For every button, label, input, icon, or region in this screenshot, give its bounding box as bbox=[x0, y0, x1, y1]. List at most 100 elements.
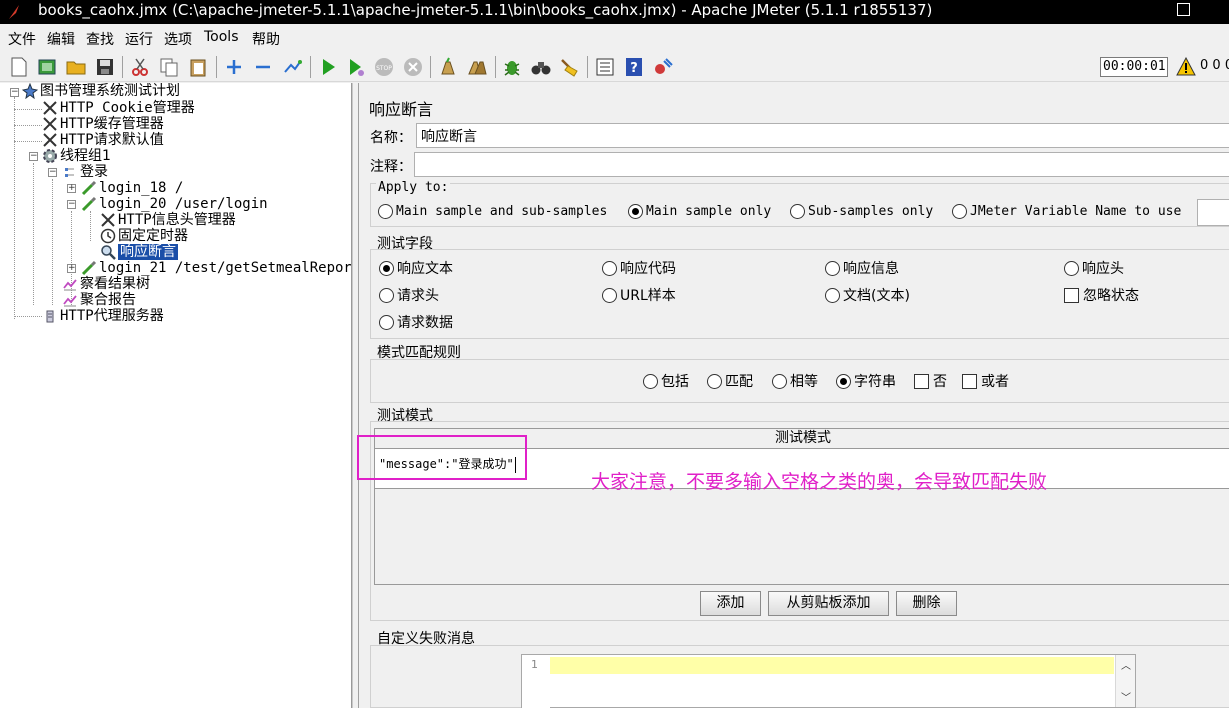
field-request-headers-radio[interactable]: 请求头 bbox=[379, 285, 439, 305]
apply-to-label: Apply to: bbox=[376, 180, 451, 195]
collapse-toggle[interactable]: − bbox=[10, 88, 19, 97]
tree-node-aggregate-report[interactable]: 聚合报告 bbox=[62, 292, 136, 308]
apply-sub-only-radio[interactable]: Sub-samples only bbox=[790, 204, 933, 219]
tree-node-response-assertion[interactable]: 响应断言 bbox=[100, 244, 178, 260]
collapse-toggle[interactable]: − bbox=[67, 200, 76, 209]
tree-node-label: 察看结果树 bbox=[80, 276, 150, 292]
debug-bug-icon[interactable] bbox=[501, 56, 523, 78]
tree-node-proxy-server[interactable]: HTTP代理服务器 bbox=[42, 308, 164, 324]
tree-node-login-21[interactable]: login_21 /test/getSetmealReport bbox=[81, 260, 351, 276]
scroll-up-icon[interactable]: ︿ bbox=[1121, 657, 1131, 672]
tree-node-cache-manager[interactable]: HTTP缓存管理器 bbox=[42, 116, 164, 132]
cut-icon[interactable] bbox=[129, 56, 151, 78]
delete-button[interactable]: 删除 bbox=[896, 591, 957, 616]
collapse-toggle[interactable]: − bbox=[29, 152, 38, 161]
clear-all-icon[interactable] bbox=[466, 56, 488, 78]
warning-icon[interactable] bbox=[1176, 57, 1196, 76]
tree-node-test-plan[interactable]: 图书管理系统测试计划 bbox=[22, 83, 180, 99]
paste-icon[interactable] bbox=[187, 56, 209, 78]
tree-node-login-18[interactable]: login_18 / bbox=[81, 180, 183, 196]
field-response-text-radio[interactable]: 响应文本 bbox=[379, 258, 453, 278]
add-button[interactable]: 添加 bbox=[700, 591, 761, 616]
svg-text:?: ? bbox=[630, 61, 638, 76]
config-scissors-icon bbox=[43, 117, 57, 131]
apply-main-only-radio[interactable]: Main sample only bbox=[628, 204, 771, 219]
reset-broom-icon[interactable] bbox=[558, 56, 580, 78]
copy-icon[interactable] bbox=[158, 56, 180, 78]
menu-tools[interactable]: Tools bbox=[204, 29, 239, 45]
stop-icon[interactable]: STOP bbox=[373, 56, 395, 78]
menu-options[interactable]: 选项 bbox=[164, 29, 192, 49]
collapse-toggle[interactable]: − bbox=[48, 168, 57, 177]
tree-node-header-manager[interactable]: HTTP信息头管理器 bbox=[100, 212, 236, 228]
collapse-all-icon[interactable] bbox=[252, 56, 274, 78]
name-input[interactable]: 响应断言 bbox=[416, 123, 1229, 148]
scroll-down-icon[interactable]: ﹀ bbox=[1121, 689, 1131, 704]
config-scissors-icon bbox=[101, 213, 115, 227]
help-icon[interactable]: ? bbox=[623, 56, 645, 78]
add-from-clipboard-button[interactable]: 从剪贴板添加 bbox=[768, 591, 889, 616]
expand-toggle[interactable]: + bbox=[67, 264, 76, 273]
expand-toggle[interactable]: + bbox=[67, 184, 76, 193]
menu-help[interactable]: 帮助 bbox=[252, 29, 280, 49]
clear-icon[interactable] bbox=[437, 56, 459, 78]
field-response-headers-radio[interactable]: 响应头 bbox=[1064, 258, 1124, 278]
open-icon[interactable] bbox=[65, 56, 87, 78]
not-checkbox[interactable]: 否 bbox=[914, 371, 947, 391]
start-icon[interactable] bbox=[317, 56, 339, 78]
variable-name-input[interactable] bbox=[1197, 199, 1229, 226]
sampler-pipette-icon bbox=[81, 196, 97, 212]
remote-icon[interactable] bbox=[652, 56, 674, 78]
or-checkbox[interactable]: 或者 bbox=[962, 371, 1009, 391]
response-assertion-panel: 响应断言 名称： 响应断言 注释： Apply to: Main sample … bbox=[357, 83, 1229, 708]
field-request-data-radio[interactable]: 请求数据 bbox=[379, 312, 453, 332]
menu-file[interactable]: 文件 bbox=[8, 29, 36, 49]
comment-input[interactable] bbox=[414, 152, 1229, 177]
maximize-icon[interactable] bbox=[1177, 3, 1190, 16]
menu-search[interactable]: 查找 bbox=[86, 29, 114, 49]
config-scissors-icon bbox=[43, 101, 57, 115]
search-binoculars-icon[interactable] bbox=[530, 56, 552, 78]
field-document-radio[interactable]: 文档(文本) bbox=[825, 285, 910, 305]
sampler-pipette-icon bbox=[81, 180, 97, 196]
tree-node-cookie-manager[interactable]: HTTP Cookie管理器 bbox=[42, 100, 195, 116]
annotation-note: 大家注意，不要多输入空格之类的奥，会导致匹配失败 bbox=[591, 471, 1048, 493]
toggle-icon[interactable] bbox=[281, 56, 303, 78]
test-plan-icon bbox=[22, 83, 38, 99]
start-no-pause-icon[interactable] bbox=[345, 56, 367, 78]
rule-contains-radio[interactable]: 包括 bbox=[643, 371, 689, 391]
rule-equals-radio[interactable]: 相等 bbox=[772, 371, 818, 391]
apply-main-and-sub-radio[interactable]: Main sample and sub-samples bbox=[378, 204, 607, 219]
tree-node-label: 聚合报告 bbox=[80, 292, 136, 308]
expand-all-icon[interactable] bbox=[223, 56, 245, 78]
current-line[interactable] bbox=[550, 657, 1114, 674]
tree-node-label: HTTP Cookie管理器 bbox=[60, 100, 195, 116]
highlight-annotation-box bbox=[357, 435, 527, 480]
thread-group-gear-icon bbox=[43, 149, 57, 163]
menu-edit[interactable]: 编辑 bbox=[47, 29, 75, 49]
tree-node-thread-group[interactable]: 线程组1 bbox=[42, 148, 111, 164]
field-response-message-radio[interactable]: 响应信息 bbox=[825, 258, 899, 278]
shutdown-icon[interactable] bbox=[402, 56, 424, 78]
menu-run[interactable]: 运行 bbox=[125, 29, 153, 49]
new-icon[interactable] bbox=[8, 56, 30, 78]
templates-icon[interactable] bbox=[36, 56, 58, 78]
tree-node-label: HTTP代理服务器 bbox=[60, 308, 164, 324]
tree-node-request-defaults[interactable]: HTTP请求默认值 bbox=[42, 132, 164, 148]
ignore-status-checkbox[interactable]: 忽略状态 bbox=[1064, 285, 1139, 305]
rule-matches-radio[interactable]: 匹配 bbox=[707, 371, 753, 391]
editor-scrollbar[interactable]: ︿ ﹀ bbox=[1115, 655, 1135, 707]
menu-bar: 文件 编辑 查找 运行 选项 Tools 帮助 bbox=[0, 26, 1229, 50]
tree-node-results-tree[interactable]: 察看结果树 bbox=[62, 276, 150, 292]
save-icon[interactable] bbox=[94, 56, 116, 78]
rule-substring-radio[interactable]: 字符串 bbox=[836, 371, 896, 391]
apply-variable-radio[interactable]: JMeter Variable Name to use bbox=[952, 204, 1181, 219]
field-response-code-radio[interactable]: 响应代码 bbox=[602, 258, 676, 278]
function-helper-icon[interactable] bbox=[594, 56, 616, 78]
tree-node-transaction-login[interactable]: 登录 bbox=[62, 164, 108, 180]
tree-node-label: 线程组1 bbox=[60, 148, 111, 164]
failure-message-editor[interactable]: 1 ︿ ﹀ bbox=[521, 654, 1136, 708]
tree-node-constant-timer[interactable]: 固定定时器 bbox=[100, 228, 188, 244]
tree-node-login-20[interactable]: login_20 /user/login bbox=[81, 196, 268, 212]
field-url-sampled-radio[interactable]: URL样本 bbox=[602, 285, 676, 305]
